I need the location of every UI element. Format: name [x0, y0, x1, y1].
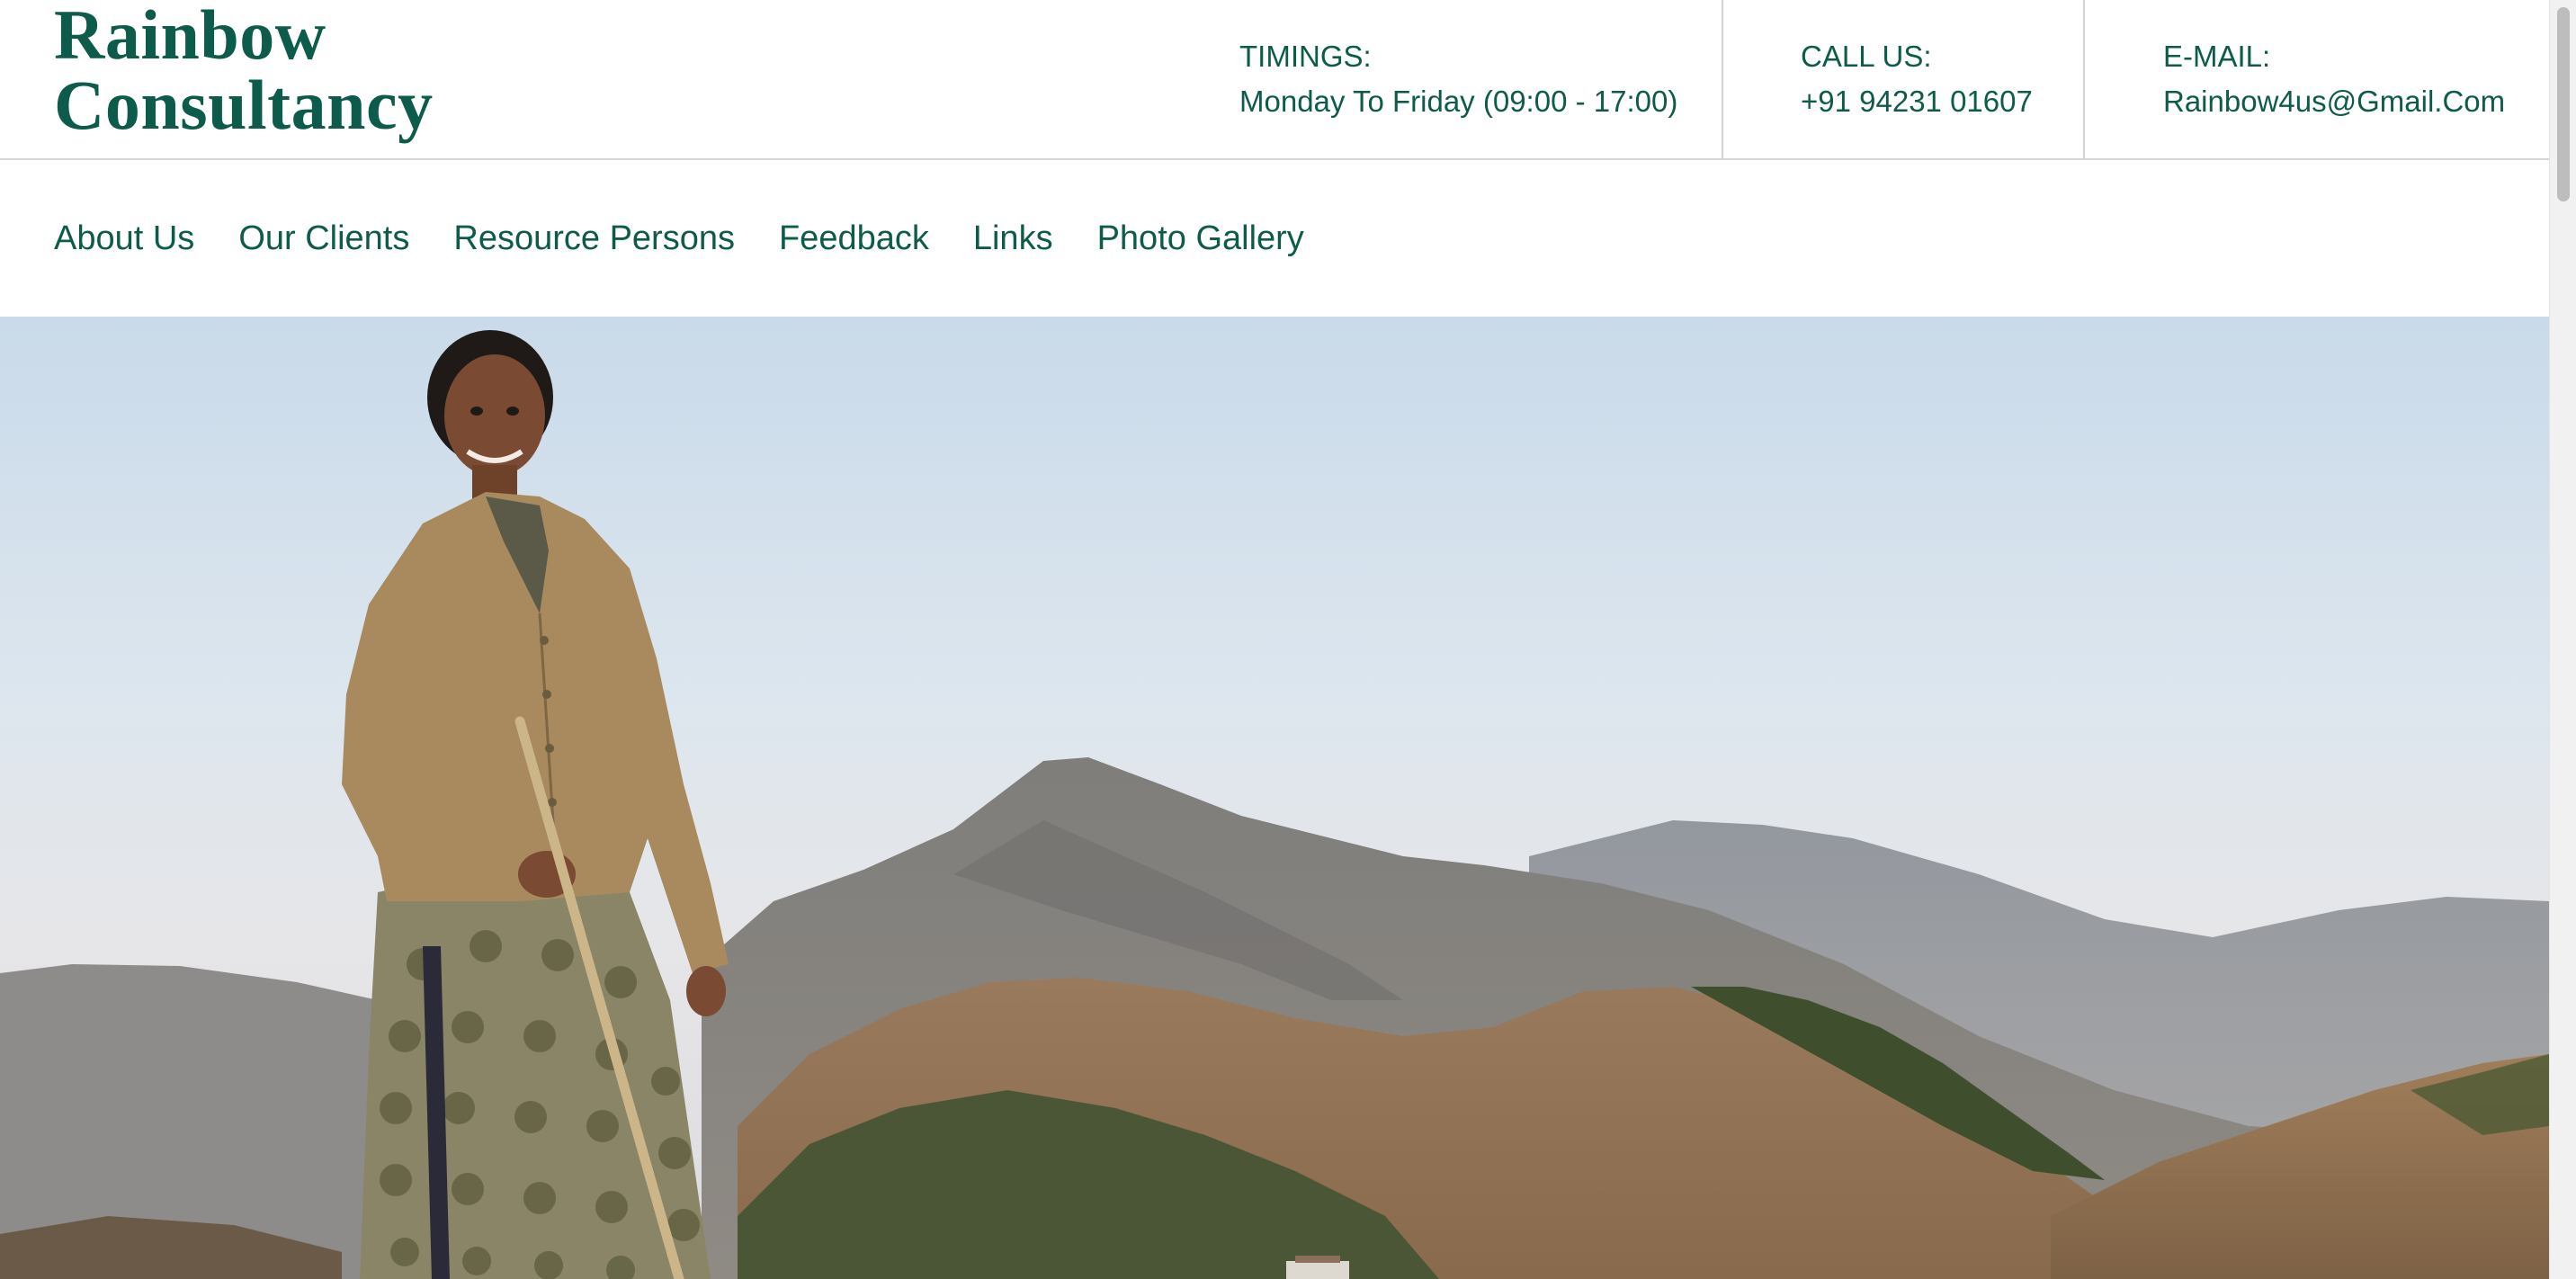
- main-nav: About Us Our Clients Resource Persons Fe…: [0, 160, 2549, 317]
- nav-item-about-us[interactable]: About Us: [54, 216, 194, 261]
- nav-item-resource-persons[interactable]: Resource Persons: [453, 216, 735, 261]
- scrollbar-thumb[interactable]: [2557, 7, 2570, 201]
- timings-label: TIMINGS:: [1239, 40, 1372, 73]
- nav-item-feedback[interactable]: Feedback: [779, 216, 929, 261]
- phone-number[interactable]: +91 94231 01607: [1801, 79, 2033, 124]
- hero-image: [0, 317, 2549, 1279]
- person-figure: [342, 330, 729, 1279]
- nav-item-photo-gallery[interactable]: Photo Gallery: [1097, 216, 1304, 261]
- timings-info: TIMINGS: Monday To Friday (09:00 - 17:00…: [1239, 0, 1677, 158]
- page-scrollbar[interactable]: [2549, 0, 2576, 1279]
- nav-list: About Us Our Clients Resource Persons Fe…: [54, 216, 1348, 261]
- header-divider: [2083, 0, 2085, 158]
- call-info: CALL US: +91 94231 01607: [1801, 0, 2033, 158]
- email-address[interactable]: Rainbow4us@Gmail.Com: [2163, 79, 2505, 124]
- timings-value: Monday To Friday (09:00 - 17:00): [1239, 85, 1678, 118]
- logo-line-1: Rainbow: [54, 0, 326, 74]
- hero-landscape-illustration: [0, 330, 2549, 1279]
- email-label: E-MAIL:: [2163, 40, 2271, 73]
- header-divider: [1722, 0, 1723, 158]
- nav-item-links[interactable]: Links: [973, 216, 1053, 261]
- nav-item-our-clients[interactable]: Our Clients: [238, 216, 409, 261]
- call-label: CALL US:: [1801, 40, 1932, 73]
- logo-line-2: Consultancy: [54, 66, 434, 144]
- site-logo[interactable]: Rainbow Consultancy: [54, 0, 434, 140]
- site-header: Rainbow Consultancy TIMINGS: Monday To F…: [0, 0, 2549, 160]
- email-info: E-MAIL: Rainbow4us@Gmail.Com: [2163, 0, 2505, 158]
